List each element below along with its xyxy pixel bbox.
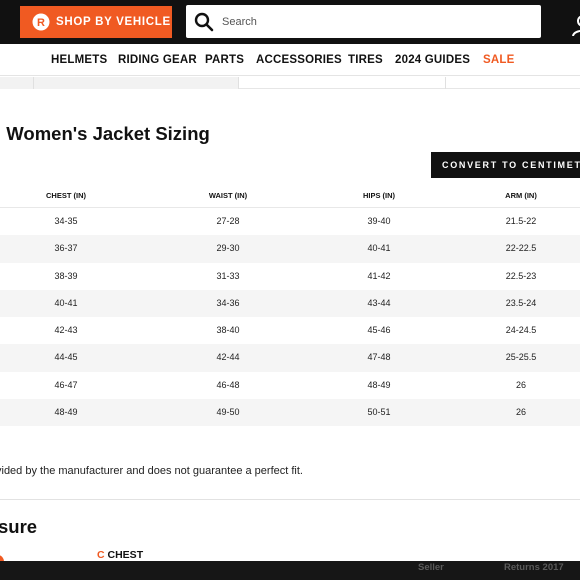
- table-cell-waist: 31-33: [216, 270, 240, 281]
- account-icon[interactable]: [571, 14, 580, 37]
- table-cell-arm: 23.5-24: [505, 297, 537, 308]
- table-cell-chest: 48-49: [54, 407, 78, 418]
- table-row: 46-47 46-48 48-49 26: [0, 372, 580, 399]
- section-divider: [0, 499, 580, 500]
- table-cell-waist: 49-50: [216, 407, 240, 418]
- svg-text:R: R: [37, 17, 45, 29]
- nav-item-accessories[interactable]: ACCESSORIES: [256, 54, 342, 66]
- chest-measure-label: C CHEST: [97, 549, 143, 561]
- nav-item-helmets[interactable]: HELMETS: [51, 54, 107, 66]
- table-cell-hips: 48-49: [367, 379, 391, 390]
- table-cell-arm: 22-22.5: [505, 243, 537, 254]
- table-body: 34-35 27-28 39-40 21.5-22 36-37 29-30 40-41 22-…: [0, 208, 580, 427]
- table-cell-chest: 36-37: [54, 243, 78, 254]
- table-row: 38-39 31-33 41-42 22.5-23: [0, 263, 580, 290]
- bottom-bar-seller-text: Seller: [418, 562, 444, 573]
- table-cell-chest: 46-47: [54, 379, 78, 390]
- sub-tab-divider: [445, 77, 446, 89]
- table-cell-arm: 26: [515, 379, 527, 390]
- search-icon[interactable]: [194, 12, 214, 32]
- table-cell-waist: 42-44: [216, 352, 240, 363]
- shop-by-vehicle-label: SHOP BY VEHICLE: [56, 16, 171, 28]
- table-cell-arm: 24-24.5: [505, 325, 537, 336]
- table-cell-hips: 47-48: [367, 352, 391, 363]
- table-cell-arm: 26: [515, 407, 527, 418]
- fit-disclaimer: vided by the manufacturer and does not g…: [0, 465, 303, 477]
- nav-item-riding-gear[interactable]: RIDING GEAR: [118, 54, 197, 66]
- nav-item-tires[interactable]: TIRES: [348, 54, 383, 66]
- column-header-waist: WAIST (IN): [208, 191, 248, 200]
- chest-label-text: CHEST: [107, 549, 144, 561]
- sub-tab-active[interactable]: [0, 77, 238, 89]
- column-header-chest: CHEST (IN): [46, 191, 86, 200]
- table-cell-arm: 22.5-23: [505, 270, 537, 281]
- nav-item-sale[interactable]: SALE: [483, 54, 514, 66]
- nav-item-parts[interactable]: PARTS: [205, 54, 244, 66]
- table-cell-chest: 38-39: [54, 270, 78, 281]
- table-cell-chest: 42-43: [54, 325, 78, 336]
- table-cell-waist: 46-48: [216, 379, 240, 390]
- table-cell-hips: 41-42: [367, 270, 391, 281]
- nav-item-2024-guides[interactable]: 2024 GUIDES: [395, 54, 470, 66]
- table-cell-arm: 25-25.5: [505, 352, 537, 363]
- sub-tabs-strip: [0, 77, 580, 89]
- table-header-row: CHEST (IN) WAIST (IN) HIPS (IN) ARM (IN): [0, 183, 580, 208]
- convert-to-centimeters-button[interactable]: CONVERT TO CENTIMETERS: [431, 152, 580, 178]
- bottom-sticky-bar: Seller Returns 2017: [0, 561, 580, 580]
- table-row: 34-35 27-28 39-40 21.5-22: [0, 208, 580, 235]
- search-bar: [186, 5, 541, 38]
- table-cell-hips: 45-46: [367, 325, 391, 336]
- table-row: 48-49 49-50 50-51 26: [0, 399, 580, 427]
- table-cell-arm: 21.5-22: [505, 216, 537, 226]
- table-cell-chest: 40-41: [54, 297, 78, 308]
- size-chart-title: l Women's Jacket Sizing: [0, 123, 210, 144]
- top-bar: R SHOP BY VEHICLE: [0, 0, 580, 44]
- table-cell-chest: 44-45: [54, 352, 78, 363]
- table-row: 42-43 38-40 45-46 24-24.5: [0, 317, 580, 344]
- table-cell-hips: 39-40: [367, 216, 391, 226]
- chest-letter: C: [97, 549, 105, 561]
- table-cell-hips: 50-51: [367, 407, 391, 418]
- brand-logo-icon: R: [32, 13, 50, 31]
- bottom-bar-returns-text: Returns 2017: [504, 562, 564, 573]
- table-cell-waist: 38-40: [216, 325, 240, 336]
- table-row: 36-37 29-30 40-41 22-22.5: [0, 235, 580, 263]
- sub-tab-divider: [238, 77, 239, 89]
- table-cell-hips: 43-44: [367, 297, 391, 308]
- category-nav: HELMETS RIDING GEAR PARTS ACCESSORIES TI…: [0, 44, 580, 76]
- table-row: 44-45 42-44 47-48 25-25.5: [0, 344, 580, 372]
- sub-tab-divider: [33, 77, 34, 89]
- table-row: 40-41 34-36 43-44 23.5-24: [0, 289, 580, 318]
- column-header-hips: HIPS (IN): [362, 191, 396, 200]
- table-cell-waist: 27-28: [216, 216, 240, 226]
- table-cell-hips: 40-41: [367, 243, 391, 254]
- table-cell-waist: 34-36: [216, 297, 240, 308]
- search-input[interactable]: [222, 15, 522, 28]
- shop-by-vehicle-button[interactable]: R SHOP BY VEHICLE: [20, 6, 172, 38]
- column-header-arm: ARM (IN): [505, 191, 537, 200]
- table-cell-chest: 34-35: [54, 216, 78, 226]
- measure-section-title: sure: [0, 516, 38, 537]
- size-chart-table: CHEST (IN) WAIST (IN) HIPS (IN) ARM (IN)…: [0, 183, 580, 427]
- table-cell-waist: 29-30: [216, 243, 240, 254]
